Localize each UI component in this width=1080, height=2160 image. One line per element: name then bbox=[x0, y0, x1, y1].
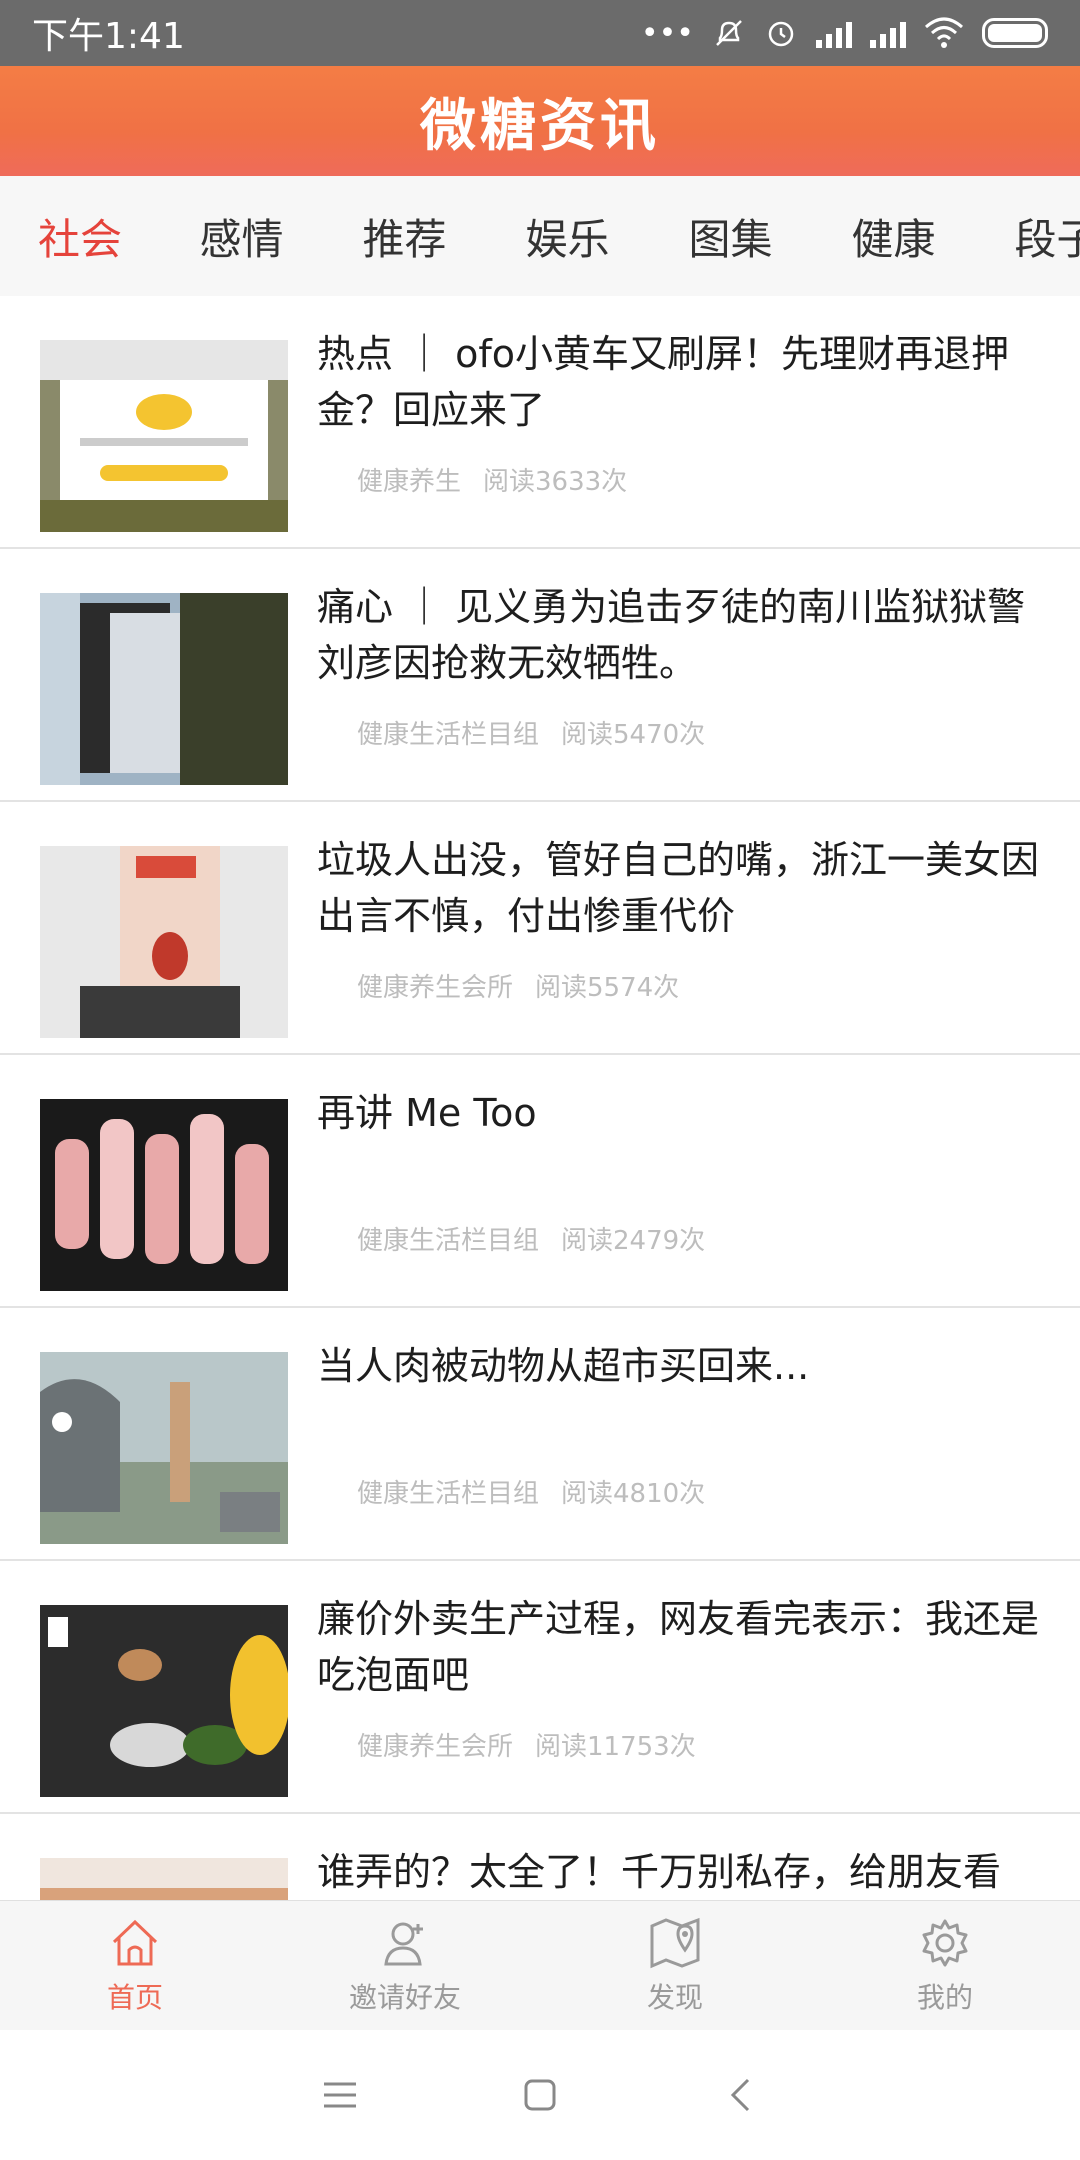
article-item[interactable]: 当人肉被动物从超市买回来... 健康生活栏目组 阅读4810次 bbox=[0, 1308, 1080, 1561]
nav-label: 我的 bbox=[916, 1980, 973, 2014]
article-item[interactable]: 热点 ｜ ofo小黄车又刷屏！先理财再退押金？回应来了 健康养生 阅读3633次 bbox=[0, 296, 1080, 549]
back-icon bbox=[730, 2078, 750, 2112]
article-source: 健康养生会所 bbox=[357, 1732, 514, 1762]
menu-icon bbox=[324, 2082, 356, 2108]
map-icon bbox=[650, 1917, 700, 1968]
nav-label: 首页 bbox=[106, 1980, 163, 2014]
article-source: 健康养生 bbox=[357, 467, 462, 497]
article-meta: 健康生活栏目组 阅读2479次 bbox=[357, 1220, 705, 1257]
article-title: 再讲 Me Too bbox=[317, 1091, 537, 1135]
more-dots-icon: ••• bbox=[640, 15, 694, 51]
category-tabs: 社会 感情 推荐 娱乐 图集 健康 段子 bbox=[0, 176, 1080, 296]
nav-home[interactable]: 首页 bbox=[0, 1901, 270, 2030]
gear-icon bbox=[922, 1919, 968, 1966]
article-thumbnail bbox=[40, 1352, 288, 1544]
article-meta: 健康生活栏目组 阅读4810次 bbox=[357, 1473, 705, 1510]
article-meta: 健康生活栏目组 阅读5470次 bbox=[357, 714, 705, 751]
tab-jiankang[interactable]: 健康 bbox=[812, 206, 975, 267]
article-meta: 健康养生 阅读3633次 bbox=[357, 461, 627, 498]
back-button[interactable] bbox=[710, 2065, 770, 2125]
mute-icon bbox=[716, 20, 742, 46]
article-reads: 阅读2479次 bbox=[561, 1226, 706, 1256]
home-icon bbox=[112, 1919, 158, 1965]
tab-ganqing[interactable]: 感情 bbox=[160, 206, 323, 267]
app-title: 微糖资讯 bbox=[420, 93, 660, 159]
article-meta: 健康养生会所 阅读11753次 bbox=[357, 1726, 696, 1763]
article-meta: 健康养生会所 阅读5574次 bbox=[357, 967, 679, 1004]
article-item[interactable]: 廉价外卖生产过程，网友看完表示：我还是吃泡面吧 健康养生会所 阅读11753次 bbox=[0, 1561, 1080, 1814]
tab-duanzi[interactable]: 段子 bbox=[975, 206, 1080, 267]
status-icons: ••• bbox=[641, 16, 1048, 51]
article-source: 健康生活栏目组 bbox=[357, 1226, 540, 1256]
article-source: 健康生活栏目组 bbox=[357, 720, 540, 750]
article-thumbnail bbox=[40, 340, 288, 532]
article-feed: 热点 ｜ ofo小黄车又刷屏！先理财再退押金？回应来了 健康养生 阅读3633次… bbox=[0, 296, 1080, 1900]
article-thumbnail bbox=[40, 1099, 288, 1291]
article-thumbnail bbox=[40, 593, 288, 785]
signal-2-icon bbox=[870, 18, 906, 48]
article-item[interactable]: 再讲 Me Too 健康生活栏目组 阅读2479次 bbox=[0, 1055, 1080, 1308]
article-thumbnail bbox=[40, 846, 288, 1038]
article-thumbnail bbox=[40, 1605, 288, 1797]
article-reads: 阅读3633次 bbox=[483, 467, 628, 497]
menu-button[interactable] bbox=[310, 2065, 370, 2125]
nav-label: 邀请好友 bbox=[348, 1980, 461, 2014]
article-thumbnail bbox=[40, 1858, 288, 1900]
system-nav-bar bbox=[0, 2030, 1080, 2160]
article-title: 当人肉被动物从超市买回来... bbox=[317, 1344, 810, 1388]
tab-yule[interactable]: 娱乐 bbox=[486, 206, 649, 267]
article-reads: 阅读5574次 bbox=[535, 973, 680, 1003]
tab-tuijian[interactable]: 推荐 bbox=[323, 206, 486, 267]
signal-icon bbox=[816, 18, 852, 48]
article-reads: 阅读4810次 bbox=[561, 1479, 706, 1509]
status-bar: 下午1:41 ••• bbox=[0, 0, 1080, 66]
article-source: 健康生活栏目组 bbox=[357, 1479, 540, 1509]
article-title: 谁弄的？太全了！千万别私存，给朋友看 bbox=[317, 1850, 1002, 1894]
article-item[interactable]: 痛心 ｜ 见义勇为追击歹徒的南川监狱狱警刘彦因抢救无效牺牲。 健康生活栏目组 阅… bbox=[0, 549, 1080, 802]
article-reads: 阅读11753次 bbox=[535, 1732, 696, 1762]
tab-tuji[interactable]: 图集 bbox=[649, 206, 812, 267]
article-title: 痛心 ｜ 见义勇为追击歹徒的南川监狱狱警刘彦因抢救无效牺牲。 bbox=[317, 585, 1026, 685]
article-title: 廉价外卖生产过程，网友看完表示：我还是吃泡面吧 bbox=[317, 1597, 1040, 1697]
status-time: 下午1:41 bbox=[32, 16, 185, 57]
nav-discover[interactable]: 发现 bbox=[540, 1901, 810, 2030]
alarm-icon bbox=[768, 21, 794, 47]
nav-profile[interactable]: 我的 bbox=[810, 1901, 1080, 2030]
app-header: 微糖资讯 bbox=[0, 66, 1080, 176]
battery-icon bbox=[982, 18, 1048, 48]
article-item[interactable]: 谁弄的？太全了！千万别私存，给朋友看 bbox=[0, 1814, 1080, 1900]
bottom-nav: 首页 邀请好友 发现 我的 bbox=[0, 1900, 1080, 2030]
wifi-icon bbox=[925, 17, 963, 48]
tab-shehui[interactable]: 社会 bbox=[0, 206, 160, 267]
article-reads: 阅读5470次 bbox=[561, 720, 706, 750]
add-user-icon bbox=[384, 1922, 423, 1965]
article-title: 垃圾人出没，管好自己的嘴，浙江一美女因出言不慎，付出惨重代价 bbox=[317, 838, 1040, 938]
article-source: 健康养生会所 bbox=[357, 973, 514, 1003]
home-button[interactable] bbox=[510, 2065, 570, 2125]
square-icon bbox=[524, 2079, 556, 2111]
nav-label: 发现 bbox=[646, 1980, 703, 2014]
nav-invite[interactable]: 邀请好友 bbox=[270, 1901, 540, 2030]
article-item[interactable]: 垃圾人出没，管好自己的嘴，浙江一美女因出言不慎，付出惨重代价 健康养生会所 阅读… bbox=[0, 802, 1080, 1055]
article-title: 热点 ｜ ofo小黄车又刷屏！先理财再退押金？回应来了 bbox=[317, 332, 1010, 432]
